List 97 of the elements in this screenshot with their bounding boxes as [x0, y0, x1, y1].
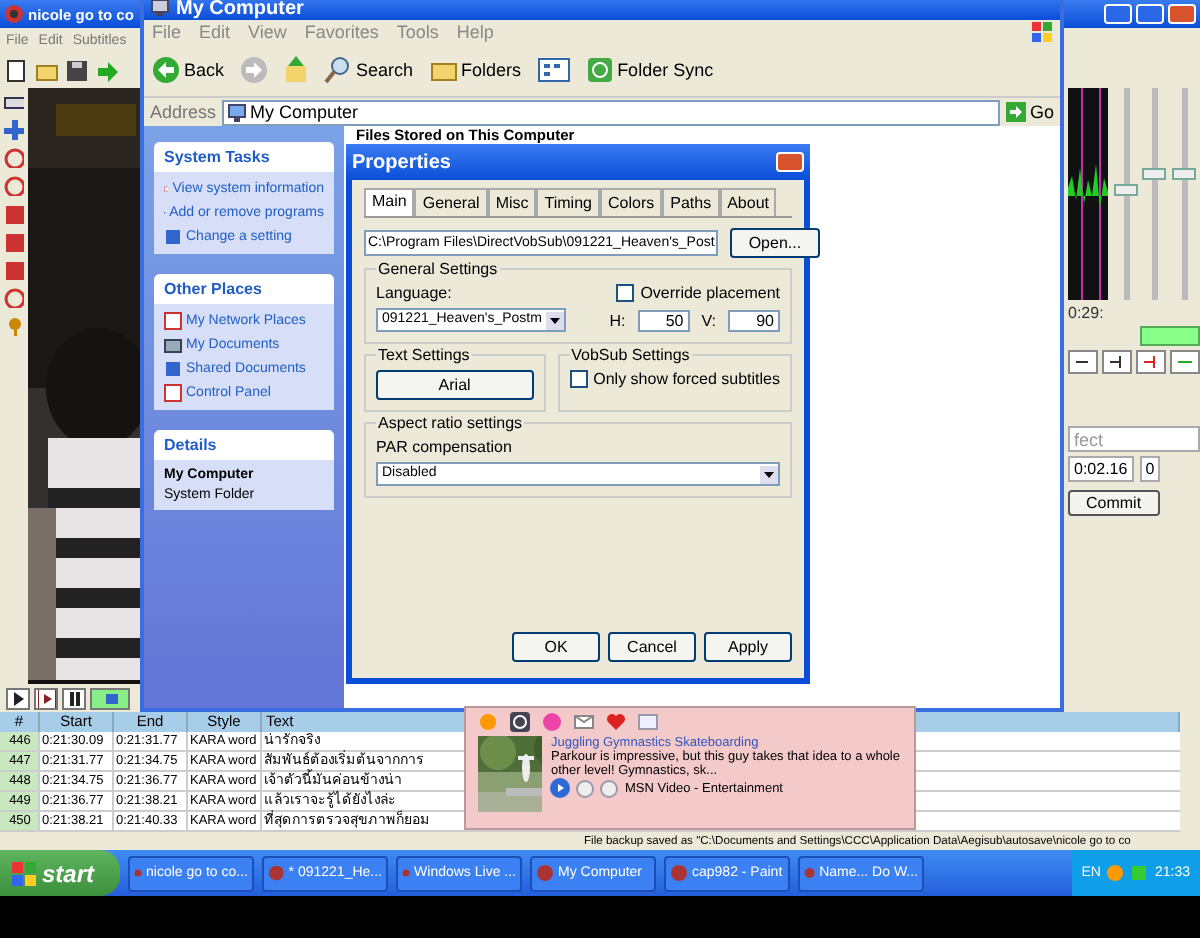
box-icon — [101, 689, 119, 707]
field-label: PAR compensation — [376, 438, 514, 456]
dialog-button[interactable]: OK — [512, 632, 600, 662]
group-title: VobSub Settings — [569, 346, 692, 364]
app-icon — [536, 864, 554, 882]
toolbar-button[interactable]: Folder Sync — [585, 56, 714, 84]
group-title: General Settings — [376, 260, 500, 278]
document-icon[interactable] — [6, 59, 28, 81]
app-icon — [4, 4, 24, 24]
arrow-icon — [1108, 354, 1126, 370]
arrow-button[interactable] — [1068, 350, 1098, 374]
timestamp: 0:29: — [1068, 304, 1106, 322]
group-title: Text Settings — [376, 346, 472, 364]
back-icon — [152, 56, 180, 84]
app-icon — [134, 864, 143, 882]
time-field[interactable]: 0:02.16 — [1068, 456, 1134, 482]
square-icon[interactable] — [4, 260, 24, 280]
effect-field[interactable]: fect — [1068, 426, 1200, 452]
square-icon[interactable] — [4, 204, 24, 224]
tab[interactable]: Main — [364, 188, 415, 216]
play-line-icon — [37, 689, 55, 707]
photo-icon[interactable] — [638, 712, 658, 732]
app-icon — [402, 864, 411, 882]
playback-button[interactable] — [62, 687, 86, 709]
windows-logo-icon — [12, 861, 36, 885]
search-icon — [324, 56, 353, 84]
zoom-toggle[interactable] — [1140, 326, 1200, 346]
toolbar-button[interactable]: Folders — [429, 56, 522, 84]
views-icon[interactable] — [537, 58, 570, 82]
app-icon — [670, 864, 688, 882]
app-icon — [268, 864, 285, 882]
playback-button[interactable] — [6, 687, 30, 709]
floppy-icon[interactable] — [66, 59, 88, 81]
mail-icon[interactable] — [574, 712, 594, 732]
minimize-button[interactable] — [1104, 4, 1132, 24]
tab[interactable]: General — [414, 188, 488, 216]
address-label: Address — [150, 102, 217, 122]
spin-field[interactable]: 50 — [637, 309, 690, 331]
sync-icon — [585, 56, 614, 84]
slider-thumb[interactable] — [1113, 183, 1138, 196]
dialog-title: Properties — [352, 151, 451, 173]
caret-icon — [549, 317, 560, 323]
field-label: H: — [609, 311, 626, 329]
close-button[interactable] — [1168, 4, 1196, 24]
font-button[interactable]: Arial — [376, 370, 534, 400]
app-icon — [804, 864, 816, 882]
toolbar-button[interactable]: Back — [152, 56, 225, 84]
arrow-icon[interactable] — [96, 59, 118, 81]
checkbox[interactable] — [569, 370, 588, 388]
arrow-icon — [1142, 354, 1160, 370]
panel-title[interactable]: Details — [154, 430, 334, 460]
field-label: Language: — [376, 284, 452, 302]
pin-icon[interactable] — [4, 316, 24, 336]
play-icon — [9, 689, 27, 707]
up-folder-icon[interactable] — [284, 56, 309, 84]
slider-thumb[interactable] — [1142, 168, 1167, 181]
next-button[interactable] — [600, 779, 619, 797]
open-button[interactable]: Open... — [730, 228, 820, 258]
folder-icon[interactable] — [36, 59, 58, 81]
computer-icon — [150, 0, 170, 18]
playback-button[interactable] — [34, 687, 58, 709]
close-button[interactable] — [776, 152, 804, 172]
slider-thumb[interactable] — [1172, 168, 1197, 181]
restore-button[interactable] — [1136, 4, 1164, 24]
pause-icon — [65, 689, 83, 707]
heart-icon[interactable] — [606, 712, 626, 732]
play-icon[interactable] — [550, 778, 571, 798]
badge-icon[interactable] — [510, 712, 530, 732]
tab[interactable]: Timing — [536, 188, 600, 216]
tab[interactable]: About — [719, 188, 777, 216]
tab[interactable]: Misc — [487, 188, 537, 216]
margin-field[interactable]: 0 — [1139, 456, 1161, 482]
square-icon[interactable] — [4, 232, 24, 252]
go-button[interactable]: Go — [1005, 102, 1054, 122]
tab[interactable]: Paths — [662, 188, 720, 216]
panel-title[interactable]: System Tasks — [154, 142, 334, 172]
windows-logo-icon — [1032, 22, 1052, 42]
tab[interactable]: Colors — [599, 188, 663, 216]
previous-button[interactable] — [576, 779, 595, 797]
arrow-icon — [1005, 102, 1026, 122]
toolbar-button[interactable]: Search — [324, 56, 414, 84]
commit-button[interactable]: Commit — [1068, 490, 1160, 516]
checkbox[interactable] — [616, 284, 635, 302]
checkbox-label: Only show forced subtitles — [593, 370, 780, 388]
spin-field[interactable]: 90 — [728, 309, 780, 331]
group-title: Aspect ratio settings — [376, 414, 525, 432]
ruler-icon[interactable] — [4, 92, 24, 112]
arrow-button[interactable] — [1102, 350, 1132, 374]
cross-icon[interactable] — [4, 120, 24, 140]
dialog-button[interactable]: Apply — [704, 632, 792, 662]
panel-title[interactable]: Other Places — [154, 274, 334, 304]
address-field[interactable]: My Computer — [222, 99, 1000, 125]
checkbox-label: Override placement — [640, 284, 780, 302]
caret-icon — [764, 471, 774, 477]
field-label: V: — [701, 311, 716, 329]
dialog-button[interactable]: Cancel — [608, 632, 696, 662]
computer-icon — [228, 103, 247, 121]
